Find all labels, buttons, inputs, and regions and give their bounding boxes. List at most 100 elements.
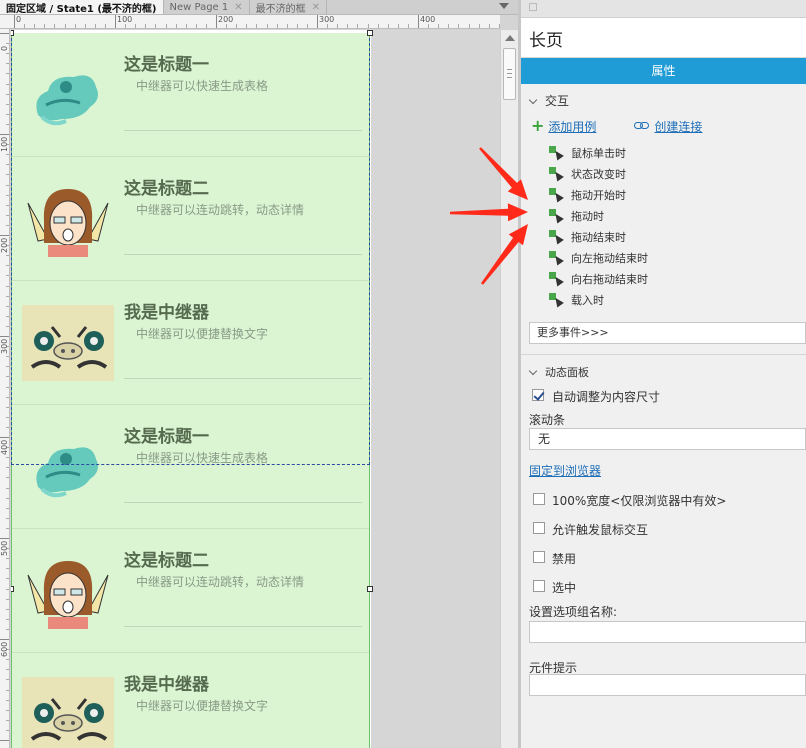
widget-name-field[interactable]: 长页 <box>521 18 806 58</box>
ruler-tick <box>115 15 116 28</box>
ruler-tick <box>6 659 9 660</box>
full-width-checkbox[interactable] <box>533 493 545 505</box>
event-item[interactable]: 载入时 <box>549 289 806 310</box>
selected-checkbox[interactable] <box>533 580 545 592</box>
ruler-tick <box>438 24 439 28</box>
ruler-label: 100 <box>0 136 9 152</box>
event-cursor-icon <box>549 208 564 223</box>
row-divider <box>124 378 362 379</box>
tab-fixed-area-state1[interactable]: 固定区域 / State1 (最不济的框) <box>0 0 164 15</box>
ruler-tick <box>186 24 187 28</box>
row-description: 中继器可以便捷替换文字 <box>136 699 269 713</box>
more-events-select[interactable]: 更多事件>>> <box>529 322 806 344</box>
ruler-tick <box>65 24 66 28</box>
design-canvas[interactable]: 这是标题一 中继器可以快速生成表格 这是标题二 中继器可以连动跳转，动态详情 我是中继器… <box>11 30 500 748</box>
widget-name: 长页 <box>529 31 563 51</box>
ruler-tick <box>6 558 9 559</box>
ruler-label: 300 <box>319 15 335 24</box>
event-item[interactable]: 状态改变时 <box>549 163 806 184</box>
ruler-tick <box>14 15 15 28</box>
event-item[interactable]: 拖动时 <box>549 205 806 226</box>
ruler-tick <box>0 134 9 135</box>
resize-handle[interactable] <box>11 586 14 592</box>
chevron-down-icon <box>528 95 538 105</box>
event-item[interactable]: 鼠标单击时 <box>549 142 806 163</box>
ruler-label: 500 <box>0 540 9 556</box>
group-name-input[interactable] <box>529 621 806 643</box>
interaction-links: + 添加用例 创建连接 <box>521 114 806 138</box>
event-item[interactable]: 向右拖动结束时 <box>549 268 806 289</box>
ruler-tick <box>6 629 9 630</box>
ruler-label: 100 <box>117 15 133 24</box>
ruler-tick <box>6 195 9 196</box>
scrollbar-select[interactable]: 无 <box>529 428 806 450</box>
ruler-tick <box>6 477 9 478</box>
repeater-row[interactable]: 我是中继器 中继器可以便捷替换文字 <box>12 653 370 748</box>
ruler-tick <box>297 24 298 28</box>
event-label: 拖动结束时 <box>571 230 626 244</box>
ruler-tick <box>489 24 490 28</box>
row-divider <box>124 130 362 131</box>
disabled-checkbox[interactable] <box>533 551 545 563</box>
repeater-row[interactable]: 我是中继器 中继器可以便捷替换文字 <box>12 281 370 405</box>
repeater-row[interactable]: 这是标题一 中继器可以快速生成表格 <box>12 405 370 529</box>
pin-icon[interactable] <box>529 3 537 11</box>
scroll-thumb[interactable] <box>503 48 516 100</box>
ruler-label: 400 <box>0 439 9 455</box>
scroll-up-icon[interactable] <box>505 35 515 41</box>
row-title: 这是标题一 <box>124 55 209 75</box>
scrollbar-value: 无 <box>538 432 551 446</box>
row-description: 中继器可以便捷替换文字 <box>136 327 269 341</box>
auto-fit-checkbox[interactable] <box>532 389 544 401</box>
interaction-section-header[interactable]: 交互 <box>521 88 806 114</box>
ruler-tick <box>6 43 9 44</box>
event-item[interactable]: 拖动开始时 <box>549 184 806 205</box>
tooltip-input[interactable] <box>529 674 806 696</box>
ruler-label: 200 <box>0 237 9 253</box>
tab-new-page-1[interactable]: New Page 1 ✕ <box>164 0 250 14</box>
vertical-ruler: 0 100 200 300 400 500 600 <box>0 29 10 748</box>
ruler-tick <box>469 24 470 28</box>
ruler-tick <box>6 185 9 186</box>
pin-to-browser-link[interactable]: 固定到浏览器 <box>529 462 601 479</box>
link-icon <box>634 122 650 130</box>
close-icon[interactable]: ✕ <box>312 2 320 13</box>
tab-properties[interactable]: 属性 <box>521 58 806 84</box>
dynamic-panel-section-header[interactable]: 动态面板 <box>521 359 806 385</box>
add-case-link[interactable]: 添加用例 <box>548 118 596 135</box>
allow-mouse-checkbox[interactable] <box>533 522 545 534</box>
close-icon[interactable]: ✕ <box>234 2 242 13</box>
create-link-link[interactable]: 创建连接 <box>654 118 702 135</box>
repeater-widget[interactable]: 这是标题一 中继器可以快速生成表格 这是标题二 中继器可以连动跳转，动态详情 我是中继器… <box>12 33 370 748</box>
horizontal-ruler: 0 100 200 300 400 <box>0 15 500 29</box>
resize-handle[interactable] <box>367 586 373 592</box>
resize-handle[interactable] <box>11 30 14 36</box>
repeater-row[interactable]: 这是标题二 中继器可以连动跳转，动态详情 <box>12 529 370 653</box>
resize-handle[interactable] <box>367 30 373 36</box>
repeater-row[interactable]: 这是标题一 中继器可以快速生成表格 <box>12 33 370 157</box>
ruler-tick <box>6 356 9 357</box>
ruler-tick <box>6 326 9 327</box>
ruler-tick <box>6 710 9 711</box>
ruler-tick <box>317 15 318 28</box>
ruler-tick <box>216 15 217 28</box>
repeater-row[interactable]: 这是标题二 中继器可以连动跳转，动态详情 <box>12 157 370 281</box>
ruler-tick <box>6 407 9 408</box>
ruler-tick <box>6 225 9 226</box>
event-cursor-icon <box>549 292 564 307</box>
group-name-label: 设置选项组名称: <box>529 605 618 619</box>
ruler-tick <box>6 114 9 115</box>
ruler-tick <box>408 24 409 28</box>
tab-worst-frame[interactable]: 最不济的框 ✕ <box>250 0 328 15</box>
event-label: 状态改变时 <box>571 167 626 181</box>
row-title: 这是标题二 <box>124 179 209 199</box>
ruler-tick <box>6 568 9 569</box>
ruler-label: 400 <box>420 15 436 24</box>
ruler-tick <box>34 24 35 28</box>
event-item[interactable]: 拖动结束时 <box>549 226 806 247</box>
ruler-tick <box>135 24 136 28</box>
tab-dropdown-icon[interactable] <box>499 3 509 9</box>
event-item[interactable]: 向左拖动结束时 <box>549 247 806 268</box>
canvas-scrollbar[interactable] <box>500 30 518 748</box>
ruler-tick <box>0 235 9 236</box>
